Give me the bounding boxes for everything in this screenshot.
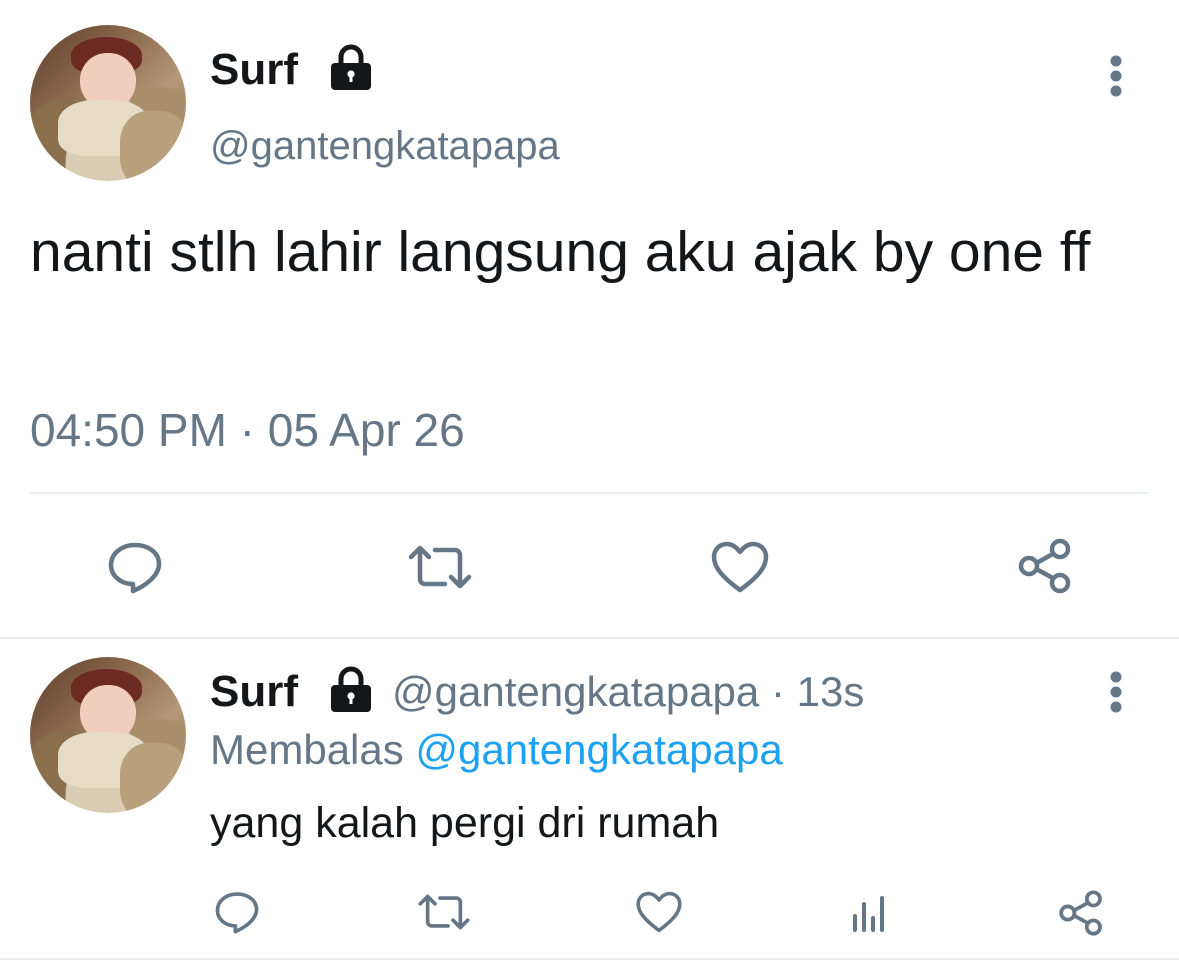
reply-avatar[interactable] (30, 657, 186, 813)
reply-icon[interactable] (100, 537, 170, 597)
main-tweet-text: nanti stlh lahir langsung aku ajak by on… (30, 220, 1091, 284)
more-vertical-icon[interactable] (1096, 50, 1136, 102)
reply-tweet-text: yang kalah pergi dri rumah (210, 799, 720, 847)
bottom-divider (0, 958, 1179, 960)
replying-prefix: Membalas (210, 726, 404, 773)
main-handle[interactable]: @gantengkatapapa (210, 122, 560, 170)
retweet-icon[interactable] (402, 537, 478, 597)
retweet-icon[interactable] (414, 888, 474, 936)
main-timestamp[interactable]: 04:50 PM · 05 Apr 26 (30, 403, 465, 457)
main-display-name[interactable]: Surf (210, 45, 298, 95)
reply-handle-time[interactable]: @gantengkatapapa · 13s (392, 667, 864, 717)
reply-icon[interactable] (210, 886, 264, 938)
heart-icon[interactable] (705, 537, 775, 597)
section-divider (0, 637, 1179, 639)
share-icon[interactable] (1054, 886, 1108, 940)
heart-icon[interactable] (632, 887, 686, 937)
share-icon[interactable] (1010, 535, 1080, 597)
more-vertical-icon[interactable] (1096, 666, 1136, 718)
main-avatar[interactable] (30, 25, 186, 181)
main-divider (30, 492, 1148, 494)
reply-display-name[interactable]: Surf (210, 667, 298, 717)
lock-icon (326, 664, 376, 714)
replying-to-line: Membalas @gantengkatapapa (210, 725, 783, 775)
replying-to-link[interactable]: @gantengkatapapa (415, 726, 782, 773)
analytics-icon[interactable] (846, 890, 892, 936)
lock-icon (326, 42, 376, 92)
